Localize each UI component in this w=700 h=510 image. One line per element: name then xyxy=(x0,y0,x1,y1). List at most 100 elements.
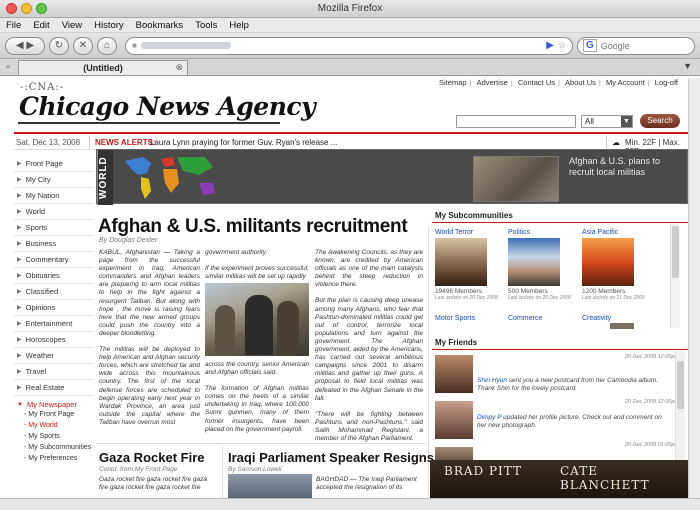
community-name[interactable]: Politics xyxy=(508,229,580,236)
community-card[interactable]: Asia Pacific 1200 Members Last activity … xyxy=(582,229,654,301)
search-scope-value: All xyxy=(585,117,594,126)
nav-sports[interactable]: ▶ Sports xyxy=(14,220,93,236)
menu-bookmarks[interactable]: Bookmarks xyxy=(136,20,184,31)
site-logo[interactable]: Chicago News Agency xyxy=(19,92,316,121)
home-icon: ⌂ xyxy=(103,40,111,51)
banner-headline[interactable]: Afghan & U.S. plans to recruit local mil… xyxy=(569,156,684,178)
nav-entertainment[interactable]: ▶ Entertainment xyxy=(14,316,93,332)
menu-edit[interactable]: Edit xyxy=(33,20,49,31)
menu-bar: File Edit View History Bookmarks Tools H… xyxy=(0,18,700,33)
alert-bar: Sat, Dec 13, 2008 NEWS ALERTS: Laura Lyn… xyxy=(14,136,688,156)
nav-my-nation[interactable]: ▶ My Nation xyxy=(14,188,93,204)
home-button[interactable]: ⌂ xyxy=(97,36,117,55)
nav-my-preferences[interactable]: - My Preferences xyxy=(14,453,93,464)
nav-my-front-page[interactable]: - My Front Page xyxy=(14,409,93,420)
web-search-bar[interactable]: G xyxy=(577,36,695,55)
nav-obituaries[interactable]: ▶ Obituaries xyxy=(14,268,93,284)
news-alert-text[interactable]: Laura Lynn praying for former Guv. Ryan'… xyxy=(150,138,337,147)
community-name[interactable]: Commerce xyxy=(508,315,542,322)
movie-advertisement[interactable]: BRAD PITT CATE BLANCHETT xyxy=(430,460,688,498)
community-card[interactable]: Politics 500 Members Last activity on 20… xyxy=(508,229,580,301)
menu-file[interactable]: File xyxy=(6,20,21,31)
site-search-button[interactable]: Search xyxy=(640,114,680,128)
section-label: WORLD xyxy=(97,150,113,205)
nav-horoscopes[interactable]: ▶ Horoscopes xyxy=(14,332,93,348)
triangle-right-icon: ▶ xyxy=(17,241,22,247)
community-card[interactable]: World Terror 19496 Members Last activity… xyxy=(435,229,507,301)
triangle-right-icon: ▶ xyxy=(17,225,22,231)
story-headline[interactable]: Iraqi Parliament Speaker Resigns xyxy=(228,450,434,465)
back-forward-button[interactable]: ◀ ▶ xyxy=(5,36,45,55)
google-engine-icon[interactable]: G xyxy=(583,39,597,52)
about-link[interactable]: About Us xyxy=(565,78,596,87)
site-search-scope[interactable]: All ▼ xyxy=(581,115,633,128)
tab-list-icon[interactable]: ▼ xyxy=(683,61,692,71)
page-scrollbar[interactable] xyxy=(688,78,700,498)
banner-photo[interactable] xyxy=(473,156,559,202)
story-photo[interactable] xyxy=(228,474,312,498)
sitemap-link[interactable]: Sitemap xyxy=(439,78,467,87)
friend-name-link[interactable]: Shin Hyun xyxy=(477,377,507,384)
nav-opinions[interactable]: ▶ Opinions xyxy=(14,300,93,316)
web-page: Sitemap | Advertise | Contact Us | About Us… xyxy=(0,78,688,498)
triangle-right-icon: ▶ xyxy=(17,161,22,167)
nav-commentary[interactable]: ▶ Commentary xyxy=(14,252,93,268)
menu-tools[interactable]: Tools xyxy=(195,20,217,31)
menu-history[interactable]: History xyxy=(94,20,124,31)
tab-untitled[interactable]: (Untitled) ⊗ xyxy=(18,59,188,75)
article-column-2-bottom: across the country, senior American and … xyxy=(205,361,309,433)
friend-timestamp: 20 Dec 2008 12:00pm xyxy=(624,354,679,360)
article-photo[interactable] xyxy=(205,283,309,356)
community-name[interactable]: Asia Pacific xyxy=(582,229,654,236)
avatar[interactable] xyxy=(435,447,473,461)
ad-actor-left: BRAD PITT xyxy=(444,464,522,478)
logoff-link[interactable]: Log-off xyxy=(655,78,678,87)
my-account-link[interactable]: My Account xyxy=(606,78,645,87)
scrollbar-thumb[interactable] xyxy=(672,226,679,278)
bookmark-star-icon[interactable]: ☆ xyxy=(558,40,566,51)
nav-my-sports[interactable]: - My Sports xyxy=(14,431,93,442)
scrollbar-thumb[interactable] xyxy=(677,361,684,409)
community-image[interactable] xyxy=(610,323,634,329)
community-image[interactable] xyxy=(435,238,487,286)
advertise-link[interactable]: Advertise xyxy=(477,78,508,87)
menu-view[interactable]: View xyxy=(62,20,82,31)
article-headline[interactable]: Afghan & U.S. militants recruitment xyxy=(98,216,408,238)
menu-help[interactable]: Help xyxy=(229,20,249,31)
tab-close-icon[interactable]: ⊗ xyxy=(175,62,183,73)
nav-travel[interactable]: ▶ Travel xyxy=(14,364,93,380)
nav-world[interactable]: ▶ World xyxy=(14,204,93,220)
nav-business[interactable]: ▶ Business xyxy=(14,236,93,252)
reload-button[interactable]: ↻ xyxy=(49,36,69,55)
nav-classified[interactable]: ▶ Classified xyxy=(14,284,93,300)
avatar[interactable] xyxy=(435,401,473,439)
site-search-input[interactable] xyxy=(456,115,576,128)
community-name[interactable]: Motor Sports xyxy=(435,315,475,322)
go-arrow-icon[interactable]: ▶ xyxy=(546,40,554,51)
community-name[interactable]: World Terror xyxy=(435,229,507,236)
friend-name-link[interactable]: Dimpy P xyxy=(477,414,501,421)
nav-my-world[interactable]: - My World xyxy=(14,420,93,431)
world-banner: WORLD Afghan & U.S. plans to recruit loc… xyxy=(96,149,688,205)
nav-my-newspaper[interactable]: ▼ My Newspaper xyxy=(14,400,93,409)
community-image[interactable] xyxy=(508,238,560,286)
story-headline[interactable]: Gaza Rocket Fire xyxy=(99,450,205,465)
nav-weather[interactable]: ▶ Weather xyxy=(14,348,93,364)
nav-my-city[interactable]: ▶ My City xyxy=(14,172,93,188)
nav-my-subcommunities[interactable]: - My Subcommunities xyxy=(14,442,93,453)
stop-button[interactable]: ✕ xyxy=(73,36,93,55)
nav-real-estate[interactable]: ▶ Real Estate xyxy=(14,380,93,396)
nav-front-page[interactable]: ▶ Front Page xyxy=(14,156,93,172)
subcommunities-scrollbar[interactable] xyxy=(670,224,680,328)
contact-link[interactable]: Contact Us xyxy=(518,78,555,87)
community-members: 1200 Members xyxy=(582,288,626,295)
friends-scrollbar[interactable] xyxy=(675,351,685,461)
community-image[interactable] xyxy=(582,238,634,286)
community-name[interactable]: Creativity xyxy=(582,315,611,322)
web-search-input[interactable] xyxy=(600,40,681,51)
url-bar[interactable]: ■ ▶ ☆ xyxy=(125,36,573,55)
status-bar xyxy=(0,498,700,510)
triangle-right-icon: ▶ xyxy=(17,305,22,311)
avatar[interactable] xyxy=(435,355,473,393)
triangle-right-icon: ▶ xyxy=(17,273,22,279)
